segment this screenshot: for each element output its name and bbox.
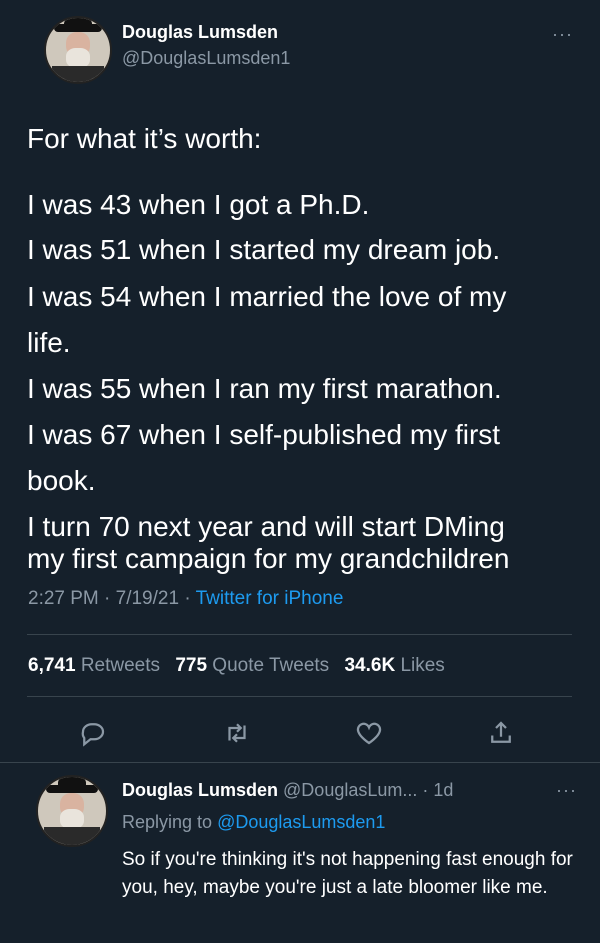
share-icon[interactable]: [486, 718, 516, 748]
tweet-meta: 2:27 PM · 7/19/21 · Twitter for iPhone: [28, 588, 343, 610]
tweet-source[interactable]: Twitter for iPhone: [196, 588, 344, 609]
author-handle[interactable]: @DouglasLumsden1: [122, 48, 290, 69]
tweet-line: life.: [27, 327, 71, 358]
tweet-stats: 6,741 Retweets 775 Quote Tweets 34.6K Li…: [28, 655, 445, 677]
author-avatar[interactable]: [44, 16, 112, 84]
reply-icon[interactable]: [78, 718, 108, 748]
tweet-line: I was 55 when I ran my first marathon.: [27, 373, 502, 404]
tweet-line: my first campaign for my grandchildren: [27, 543, 510, 574]
divider: [27, 696, 572, 697]
divider: [27, 634, 572, 635]
more-icon[interactable]: ···: [556, 780, 577, 801]
heart-icon[interactable]: [354, 718, 384, 748]
likes-stat[interactable]: 34.6K Likes: [344, 655, 444, 676]
reply-author-name[interactable]: Douglas Lumsden: [122, 780, 278, 800]
retweet-icon[interactable]: [222, 718, 252, 748]
retweets-stat[interactable]: 6,741 Retweets: [28, 655, 160, 676]
replying-to-link[interactable]: @DouglasLumsden1: [217, 812, 385, 832]
tweet-line: For what it’s worth:: [27, 123, 262, 154]
tweet-line: I was 51 when I started my dream job.: [27, 234, 501, 265]
tweet-line: I was 43 when I got a Ph.D.: [27, 189, 370, 220]
author-name[interactable]: Douglas Lumsden: [122, 22, 278, 43]
tweet-timestamp[interactable]: 2:27 PM · 7/19/21 ·: [28, 588, 196, 609]
tweet-line: I was 67 when I self-published my first: [27, 419, 501, 450]
reply-avatar[interactable]: [36, 775, 108, 847]
quotes-stat[interactable]: 775 Quote Tweets: [175, 655, 329, 676]
reply-header: Douglas Lumsden @DouglasLum... · 1d: [122, 780, 453, 801]
replying-to: Replying to @DouglasLumsden1: [122, 812, 386, 832]
tweet-line: I was 54 when I married the love of my: [27, 281, 507, 312]
reply-text: So if you're thinking it's not happening…: [122, 849, 573, 898]
tweet-line: I turn 70 next year and will start DMing: [27, 511, 505, 542]
more-icon[interactable]: ···: [552, 24, 573, 45]
divider: [0, 762, 600, 763]
reply-handle-time[interactable]: @DouglasLum... · 1d: [283, 780, 453, 800]
tweet-line: book.: [27, 465, 96, 496]
